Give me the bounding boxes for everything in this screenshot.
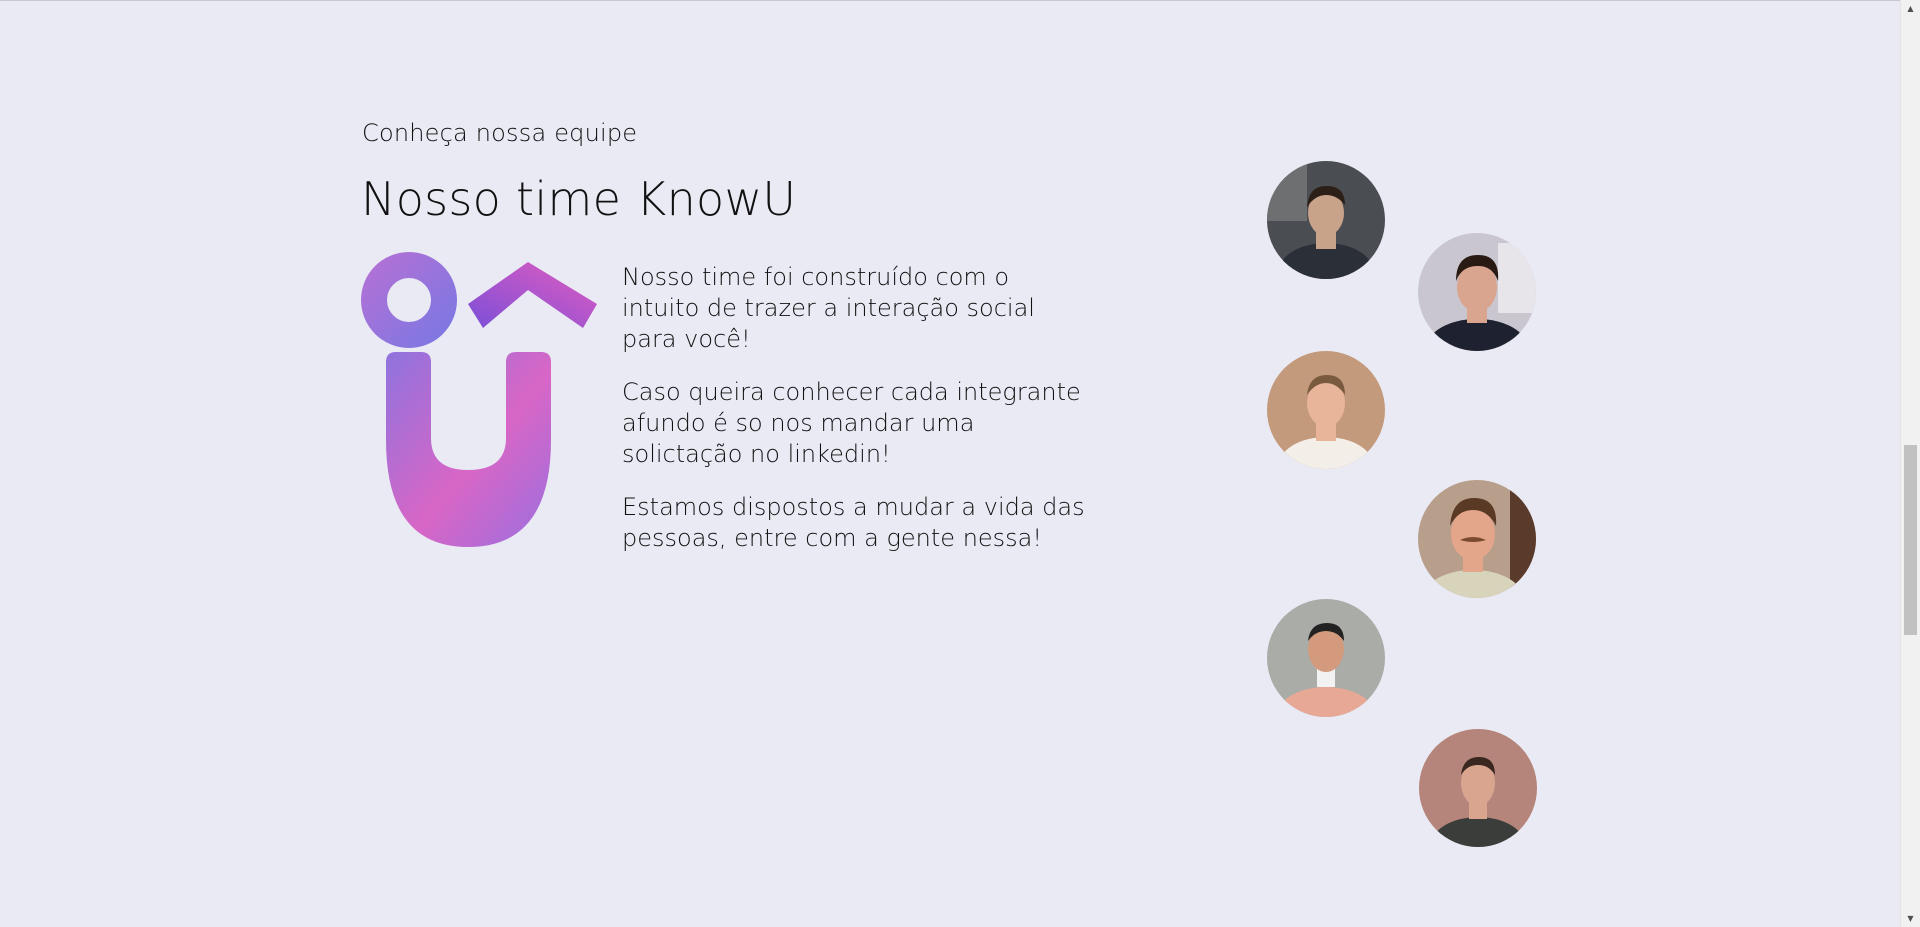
team-member-avatar-5[interactable] xyxy=(1267,599,1385,717)
team-member-avatar-4[interactable] xyxy=(1418,480,1536,598)
description-paragraph-2: Caso queira conhecer cada integrante afu… xyxy=(622,378,1081,468)
scroll-down-icon[interactable]: ▼ xyxy=(1901,910,1920,927)
section-description: Nosso time foi construído com o intuito … xyxy=(622,262,1087,576)
section-eyebrow: Conheça nossa equipe xyxy=(362,119,638,147)
page-scrollbar[interactable]: ▲ ▼ xyxy=(1900,0,1920,927)
top-divider xyxy=(0,0,1900,1)
team-member-avatar-6[interactable] xyxy=(1419,729,1537,847)
description-paragraph-3: Estamos dispostos a mudar a vida das pes… xyxy=(622,493,1085,552)
knowu-logo-icon xyxy=(361,252,598,548)
team-member-avatar-3[interactable] xyxy=(1267,351,1385,469)
team-member-avatar-2[interactable] xyxy=(1418,233,1536,351)
scrollbar-thumb[interactable] xyxy=(1904,445,1917,635)
section-title: Nosso time KnowU xyxy=(361,172,797,226)
description-paragraph-1: Nosso time foi construído com o intuito … xyxy=(622,263,1035,353)
team-member-avatar-1[interactable] xyxy=(1267,161,1385,279)
scroll-up-icon[interactable]: ▲ xyxy=(1901,0,1920,17)
team-section-page: Conheça nossa equipe Nosso time KnowU No… xyxy=(0,0,1920,927)
